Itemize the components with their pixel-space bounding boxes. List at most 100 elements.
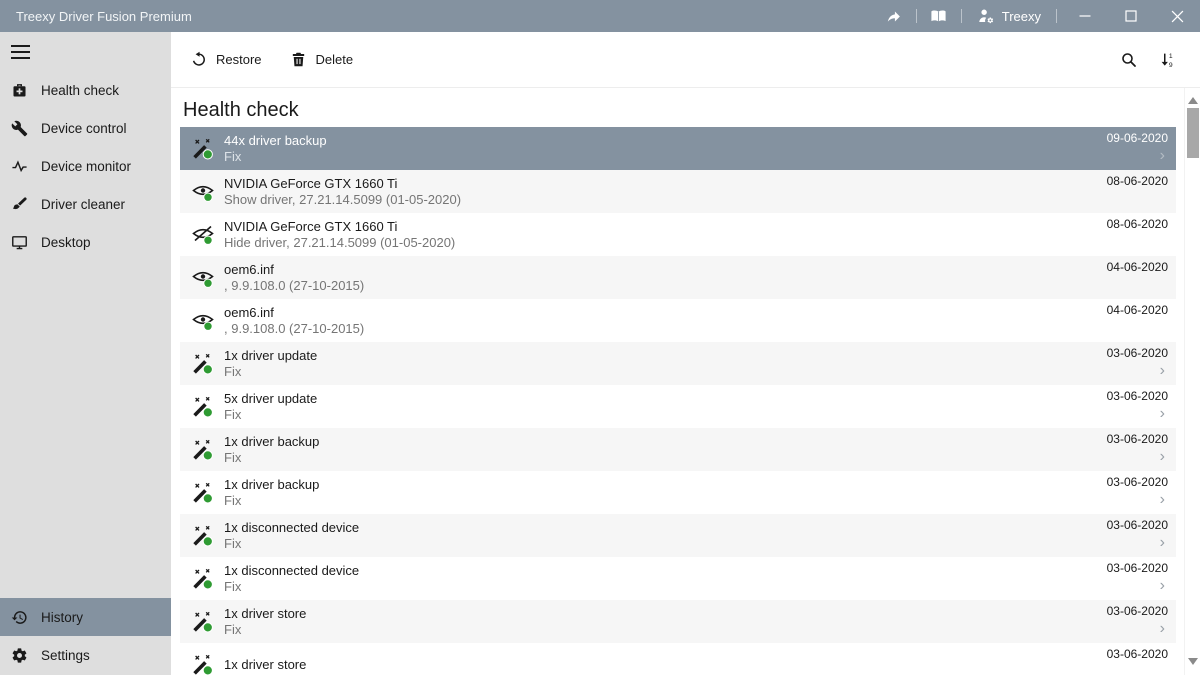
list-item[interactable]: 5x driver update Fix 03-06-2020 ›: [180, 385, 1176, 428]
sidebar-item-device-control[interactable]: Device control: [0, 109, 171, 147]
restore-button[interactable]: Restore: [190, 51, 262, 68]
list-item[interactable]: 1x driver update Fix 03-06-2020 ›: [180, 342, 1176, 385]
search-icon[interactable]: [1120, 51, 1138, 69]
scroll-up-arrow[interactable]: [1188, 97, 1198, 104]
row-subtitle: , 9.9.108.0 (27-10-2015): [224, 278, 364, 294]
chevron-right-icon: ›: [1160, 579, 1165, 593]
list-item[interactable]: 1x driver backup Fix 03-06-2020 ›: [180, 428, 1176, 471]
titlebar-divider: [961, 9, 962, 23]
row-title: 1x driver backup: [224, 477, 319, 493]
gear-icon: [11, 647, 28, 664]
history-list: 44x driver backup Fix 09-06-2020 › NVIDI…: [180, 127, 1176, 675]
row-title: 44x driver backup: [224, 133, 327, 149]
wand-icon: [192, 138, 214, 160]
sidebar-item-desktop[interactable]: Desktop: [0, 223, 171, 261]
row-date: 09-06-2020: [1107, 131, 1168, 146]
row-title: NVIDIA GeForce GTX 1660 Ti: [224, 176, 461, 192]
trash-icon: [290, 51, 307, 68]
list-item[interactable]: oem6.inf , 9.9.108.0 (27-10-2015) 04-06-…: [180, 299, 1176, 342]
brush-icon: [11, 196, 28, 213]
wrench-icon: [11, 120, 28, 137]
account-button[interactable]: Treexy: [967, 7, 1051, 25]
history-icon: [11, 609, 28, 626]
row-date: 04-06-2020: [1107, 260, 1168, 275]
menu-toggle-button[interactable]: [0, 32, 171, 71]
row-subtitle: , 9.9.108.0 (27-10-2015): [224, 321, 364, 337]
row-title: oem6.inf: [224, 262, 364, 278]
sort-icon[interactable]: 1 9: [1158, 51, 1176, 69]
chevron-right-icon: ›: [1160, 622, 1165, 636]
chevron-right-icon: ›: [1160, 493, 1165, 507]
list-item[interactable]: oem6.inf , 9.9.108.0 (27-10-2015) 04-06-…: [180, 256, 1176, 299]
titlebar-divider: [1056, 9, 1057, 23]
sidebar-item-history[interactable]: History: [0, 598, 171, 636]
sidebar-item-health-check[interactable]: Health check: [0, 71, 171, 109]
list-item[interactable]: NVIDIA GeForce GTX 1660 Ti Show driver, …: [180, 170, 1176, 213]
wand-icon: [192, 568, 214, 590]
row-date: 03-06-2020: [1107, 561, 1168, 576]
row-date: 08-06-2020: [1107, 217, 1168, 232]
share-icon[interactable]: [877, 0, 911, 32]
page-title: Health check: [183, 98, 1200, 123]
chevron-right-icon: ›: [1160, 450, 1165, 464]
sidebar-item-label: History: [41, 610, 83, 625]
row-subtitle: Fix: [224, 450, 319, 466]
restore-label: Restore: [216, 52, 262, 67]
monitor-icon: [11, 234, 28, 251]
row-title: 1x driver store: [224, 657, 306, 673]
app-window: Treexy Driver Fusion Premium Treexy: [0, 0, 1200, 675]
scroll-down-arrow[interactable]: [1188, 658, 1198, 665]
eye-icon: [192, 181, 214, 203]
scrollbar-thumb[interactable]: [1187, 108, 1199, 158]
eye-off-icon: [192, 224, 214, 246]
sidebar-item-label: Settings: [41, 648, 90, 663]
row-title: NVIDIA GeForce GTX 1660 Ti: [224, 219, 455, 235]
svg-text:1: 1: [1169, 52, 1173, 59]
row-date: 03-06-2020: [1107, 518, 1168, 533]
row-date: 08-06-2020: [1107, 174, 1168, 189]
svg-text:9: 9: [1169, 61, 1173, 68]
sidebar-item-label: Device control: [41, 121, 127, 136]
row-title: 1x driver store: [224, 606, 306, 622]
health-check-icon: [11, 82, 28, 99]
minimize-button[interactable]: [1062, 0, 1108, 32]
maximize-button[interactable]: [1108, 0, 1154, 32]
delete-button[interactable]: Delete: [290, 51, 354, 68]
close-button[interactable]: [1154, 0, 1200, 32]
titlebar-divider: [916, 9, 917, 23]
list-item[interactable]: 44x driver backup Fix 09-06-2020 ›: [180, 127, 1176, 170]
window-title: Treexy Driver Fusion Premium: [16, 9, 192, 24]
chevron-right-icon: ›: [1160, 364, 1165, 378]
list-item[interactable]: 1x driver store Fix 03-06-2020 ›: [180, 600, 1176, 643]
list-item[interactable]: 1x driver backup Fix 03-06-2020 ›: [180, 471, 1176, 514]
eye-icon: [192, 267, 214, 289]
list-item[interactable]: 1x driver store 03-06-2020 ›: [180, 643, 1176, 675]
row-title: 5x driver update: [224, 391, 317, 407]
list-item[interactable]: 1x disconnected device Fix 03-06-2020 ›: [180, 514, 1176, 557]
wand-icon: [192, 482, 214, 504]
row-title: oem6.inf: [224, 305, 364, 321]
row-title: 1x disconnected device: [224, 520, 359, 536]
wand-icon: [192, 353, 214, 375]
row-subtitle: Fix: [224, 407, 317, 423]
chevron-right-icon: ›: [1160, 407, 1165, 421]
row-subtitle: Fix: [224, 579, 359, 595]
delete-label: Delete: [316, 52, 354, 67]
row-date: 03-06-2020: [1107, 432, 1168, 447]
row-date: 03-06-2020: [1107, 389, 1168, 404]
scrollbar[interactable]: [1184, 88, 1200, 675]
sidebar-item-label: Device monitor: [41, 159, 131, 174]
toolbar: Restore Delete: [171, 32, 1200, 88]
sidebar-item-driver-cleaner[interactable]: Driver cleaner: [0, 185, 171, 223]
sidebar-item-device-monitor[interactable]: Device monitor: [0, 147, 171, 185]
sidebar-item-settings[interactable]: Settings: [0, 636, 171, 674]
eye-icon: [192, 310, 214, 332]
manual-book-icon[interactable]: [922, 0, 956, 32]
chevron-right-icon: ›: [1160, 536, 1165, 550]
row-subtitle: Fix: [224, 622, 306, 638]
wand-icon: [192, 439, 214, 461]
list-item[interactable]: NVIDIA GeForce GTX 1660 Ti Hide driver, …: [180, 213, 1176, 256]
sidebar-item-label: Desktop: [41, 235, 91, 250]
list-item[interactable]: 1x disconnected device Fix 03-06-2020 ›: [180, 557, 1176, 600]
chevron-right-icon: ›: [1160, 149, 1165, 163]
